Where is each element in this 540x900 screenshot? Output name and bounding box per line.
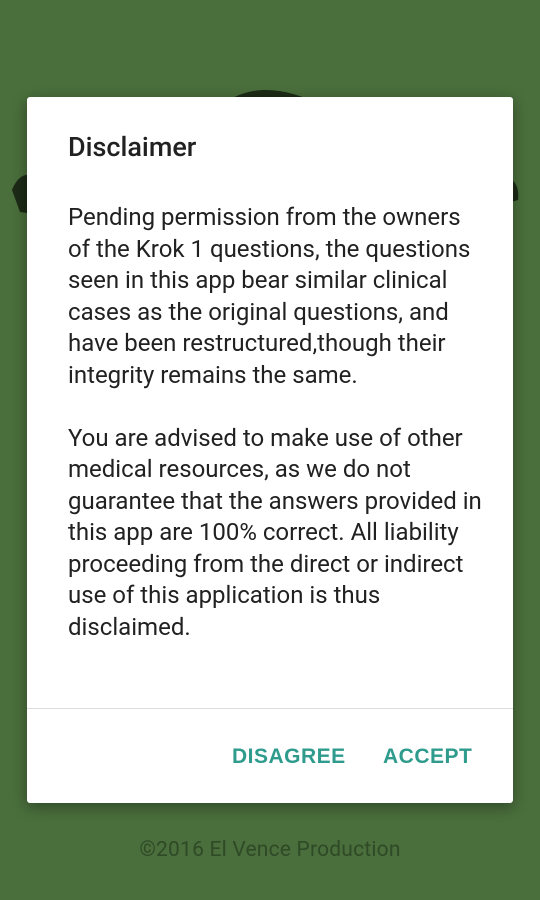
disclaimer-paragraph-1: Pending permission from the owners of th… [68, 203, 471, 389]
copyright-footer: ©2016 El Vence Production [139, 838, 401, 862]
accept-button[interactable]: ACCEPT [375, 733, 480, 781]
dialog-divider [27, 708, 513, 709]
disclaimer-dialog: Disclaimer Pending permission from the o… [27, 97, 513, 803]
disclaimer-paragraph-2: You are advised to make use of other med… [68, 423, 482, 641]
dialog-message: Pending permission from the owners of th… [68, 202, 488, 707]
dialog-title: Disclaimer [68, 131, 197, 163]
disagree-button[interactable]: DISAGREE [224, 733, 354, 781]
